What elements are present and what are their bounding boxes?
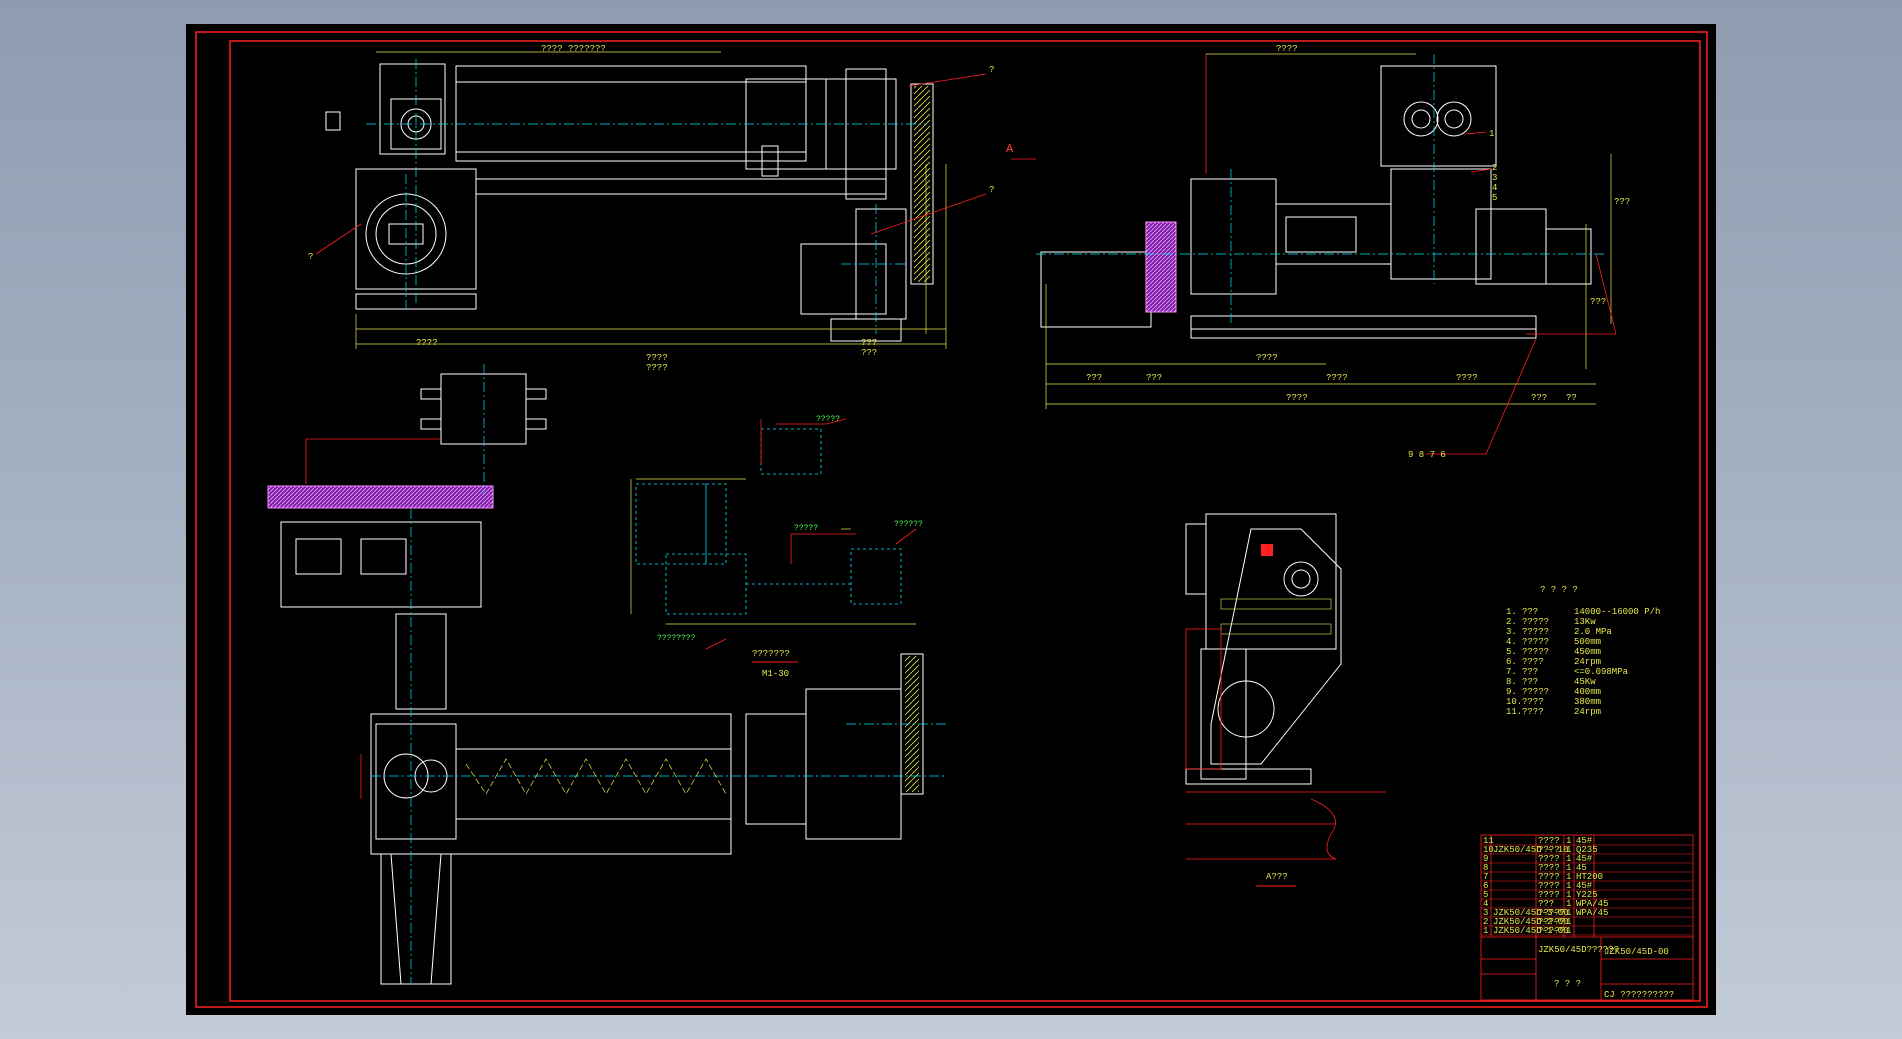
spec-value: 380mm — [1574, 697, 1601, 707]
spec-name: ????? — [1522, 627, 1549, 637]
dim-r-7: ???? — [1456, 373, 1478, 383]
plan-view-screw — [465, 758, 727, 795]
detail-label-1: ???????? — [657, 634, 696, 643]
spec-no: 9. — [1506, 687, 1517, 697]
title-drawing-no: JZK50/45D-00 — [1604, 947, 1669, 957]
spec-name: ????? — [1522, 637, 1549, 647]
detail-label-2: ????? — [794, 524, 818, 533]
spec-name: ??? — [1522, 607, 1538, 617]
spec-no: 5. — [1506, 647, 1517, 657]
spec-table: ? ? ? ? 1.??? 14000--16000 P/h 2.????? 13Kw… — [1506, 585, 1660, 717]
top-left-elevation-view — [325, 51, 947, 349]
section-view-title: A??? — [1266, 872, 1288, 882]
spec-name: ????? — [1522, 617, 1549, 627]
balloon-r3: 3 — [1492, 173, 1497, 183]
bom-no: 1 — [1483, 926, 1488, 936]
spec-name: ????? — [1522, 647, 1549, 657]
spec-value: 14000--16000 P/h — [1574, 607, 1660, 617]
title-company: CJ ?????????? — [1604, 990, 1674, 1000]
dim-r-11: ??? — [1590, 297, 1606, 307]
dim-r-9: ?? — [1566, 393, 1577, 403]
dim-r-3: ???? — [1286, 393, 1308, 403]
balloon-r5: 5 — [1492, 193, 1497, 203]
spec-no: 6. — [1506, 657, 1517, 667]
dim-top-length: ???? ??????? — [541, 44, 606, 54]
bom-mat: WPA/45 — [1576, 908, 1608, 918]
spec-no: 3. — [1506, 627, 1517, 637]
dim-bottom-3: ???? — [646, 363, 668, 373]
top-right-dimensions — [1045, 53, 1612, 409]
outer-frame — [195, 31, 1708, 1008]
dim-bottom-4: ??? — [861, 338, 877, 348]
spec-value: 2.0 MPa — [1574, 627, 1612, 637]
dim-r-10: ??? — [1614, 197, 1630, 207]
spec-no: 8. — [1506, 677, 1517, 687]
spec-no: 4. — [1506, 637, 1517, 647]
spec-no: 2. — [1506, 617, 1517, 627]
spec-no: 7. — [1506, 667, 1517, 677]
spec-no: 10. — [1506, 697, 1522, 707]
detail-view-title: ??????? — [752, 649, 790, 659]
spec-title: ? ? ? ? — [1540, 585, 1578, 595]
plan-view — [267, 373, 924, 985]
cad-drawing-sheet: ???? ??????? ? ? ? A ???? ???? ???? ??? … — [186, 24, 1716, 1015]
spec-value: 450mm — [1574, 647, 1601, 657]
spec-no: 1. — [1506, 607, 1517, 617]
spec-value: <=0.098MPa — [1574, 667, 1629, 677]
dim-bottom-1: ???? — [416, 338, 438, 348]
bom-qty: 1 — [1566, 926, 1571, 936]
spec-value: 24rpm — [1574, 657, 1601, 667]
spec-value: 13Kw — [1574, 617, 1596, 627]
plan-view-centerlines — [371, 364, 946, 984]
spec-name: ???? — [1522, 707, 1544, 717]
detail-view — [635, 428, 902, 615]
spec-name: ??? — [1522, 667, 1538, 677]
dim-bottom-5: ??? — [861, 348, 877, 358]
spec-name: ???? — [1522, 697, 1544, 707]
dim-bottom-2: ???? — [646, 353, 668, 363]
dim-r-8: ??? — [1531, 393, 1547, 403]
detail-view-dimensions — [630, 478, 916, 625]
bom-name: ????? — [1538, 926, 1565, 936]
section-view-red — [1185, 628, 1386, 860]
balloon-3: ? — [308, 252, 313, 262]
balloon-row-bottom: 9 8 7 6 — [1408, 450, 1446, 460]
balloon-r1: 1 — [1489, 129, 1494, 139]
spec-value: 400mm — [1574, 687, 1601, 697]
view-arrow-label: A — [1006, 142, 1014, 156]
spec-value: 24rpm — [1574, 707, 1601, 717]
top-right-side-view — [1040, 65, 1592, 339]
dim-r-4: ??? — [1086, 373, 1102, 383]
spec-name: ????? — [1522, 687, 1549, 697]
detail-label-4: ?????? — [894, 520, 923, 529]
dim-r-5: ??? — [1146, 373, 1162, 383]
top-left-centerlines — [366, 59, 926, 334]
section-view-hatch — [1220, 598, 1332, 635]
detail-view-scale: M1-30 — [762, 669, 789, 679]
balloon-2: ? — [989, 185, 994, 195]
spec-no: 11. — [1506, 707, 1522, 717]
detail-label-3: ????? — [816, 415, 840, 424]
spec-name: ???? — [1522, 657, 1544, 667]
spec-value: 500mm — [1574, 637, 1601, 647]
balloon-r2: 2 — [1492, 163, 1497, 173]
dim-r-1: ???? — [1276, 44, 1298, 54]
dim-r-2: ???? — [1326, 373, 1348, 383]
balloon-1: ? — [989, 65, 994, 75]
spec-name: ??? — [1522, 677, 1538, 687]
balloon-r4: 4 — [1492, 183, 1497, 193]
bom-rows: 11???? 1 45#10 JZK50/45D - 10???? 1 Q2359????… — [1481, 836, 1693, 936]
spec-value: 45Kw — [1574, 677, 1596, 687]
cad-drawing-canvas: ???? ??????? ? ? ? A ???? ???? ???? ??? … — [195, 31, 1708, 1008]
dim-r-6: ???? — [1256, 353, 1278, 363]
detail-view-leaders — [705, 418, 917, 650]
section-view-a — [1185, 513, 1342, 785]
title-sign-label: ? ? ? — [1554, 979, 1581, 989]
